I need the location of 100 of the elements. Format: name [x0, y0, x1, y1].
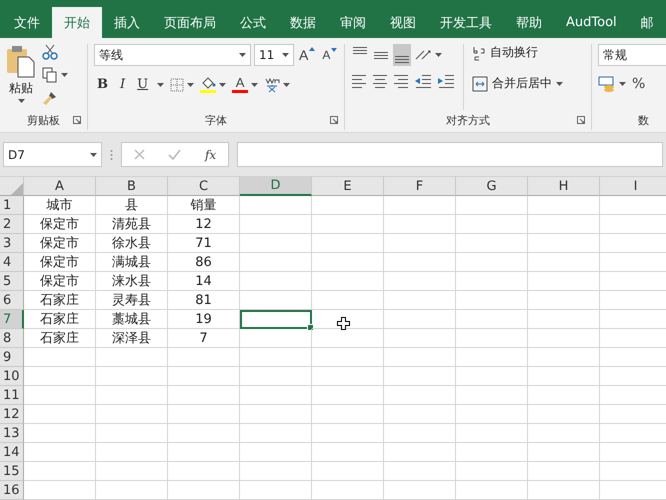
- row-header[interactable]: 4: [0, 253, 24, 272]
- font-color-button[interactable]: A: [232, 76, 248, 93]
- table-cell: 销量: [168, 196, 240, 215]
- insert-function-button[interactable]: fx: [204, 148, 216, 162]
- ribbon-tab[interactable]: 开发工具: [428, 7, 504, 38]
- scissors-icon[interactable]: [42, 44, 58, 60]
- grid-cell: [456, 386, 528, 405]
- table-cell: 14: [168, 272, 240, 291]
- row-header[interactable]: 14: [0, 443, 24, 462]
- grid-cell: [96, 424, 168, 443]
- row-header[interactable]: 7: [0, 310, 24, 329]
- fill-handle[interactable]: [307, 324, 314, 331]
- formula-field[interactable]: [237, 142, 663, 167]
- ribbon-tab[interactable]: 页面布局: [152, 7, 228, 38]
- ribbon-tab[interactable]: AudTool: [554, 7, 629, 38]
- column-header[interactable]: I: [600, 177, 666, 196]
- dialog-launcher-icon[interactable]: [577, 116, 585, 124]
- table-cell: 城市: [24, 196, 96, 215]
- dialog-launcher-icon[interactable]: [330, 116, 338, 124]
- table-cell: 保定市: [24, 272, 96, 291]
- number-format-dropdown[interactable]: 常规: [598, 44, 666, 66]
- row-header[interactable]: 15: [0, 462, 24, 481]
- grid-cell: [384, 215, 456, 234]
- grid-cell: [312, 253, 384, 272]
- paste-label[interactable]: 粘贴: [9, 80, 33, 97]
- row-header[interactable]: 5: [0, 272, 24, 291]
- font-style-button[interactable]: U: [134, 77, 152, 92]
- column-header[interactable]: F: [384, 177, 456, 196]
- ribbon-tab[interactable]: 审阅: [328, 7, 378, 38]
- row-header[interactable]: 9: [0, 348, 24, 367]
- column-header[interactable]: B: [96, 177, 168, 196]
- grid-cell: [168, 348, 240, 367]
- column-header[interactable]: C: [168, 177, 240, 196]
- ribbon-tab[interactable]: 邮: [628, 7, 666, 38]
- grid-cell: [312, 481, 384, 500]
- grid-cell: [240, 405, 312, 424]
- grid-cell: [456, 348, 528, 367]
- fill-color-icon[interactable]: [200, 76, 216, 93]
- ribbon-tab[interactable]: 帮助: [504, 7, 554, 38]
- grid-cell: [528, 386, 600, 405]
- caret-icon: [18, 99, 24, 103]
- ribbon-tab[interactable]: 公式: [228, 7, 278, 38]
- vertical-align-button[interactable]: [393, 44, 411, 66]
- font-style-button[interactable]: B: [94, 77, 111, 92]
- font-style-button[interactable]: I: [117, 77, 128, 92]
- grid-cell: [96, 443, 168, 462]
- table-cell: 涞水县: [96, 272, 168, 291]
- row-header[interactable]: 10: [0, 367, 24, 386]
- ribbon-tab[interactable]: 数据: [278, 7, 328, 38]
- merge-center-button[interactable]: 合并后居中: [472, 75, 563, 92]
- row-header[interactable]: 2: [0, 215, 24, 234]
- copy-icon[interactable]: [42, 67, 58, 83]
- column-header[interactable]: D: [240, 177, 312, 196]
- row-header[interactable]: 1: [0, 196, 24, 215]
- borders-icon[interactable]: [170, 78, 184, 92]
- font-size-dropdown[interactable]: 11: [254, 44, 294, 66]
- column-header[interactable]: E: [312, 177, 384, 196]
- increase-indent-icon[interactable]: [437, 74, 455, 88]
- grid-cell: [456, 424, 528, 443]
- dialog-launcher-icon[interactable]: [73, 116, 81, 124]
- row-header[interactable]: 6: [0, 291, 24, 310]
- align-center-icon[interactable]: [372, 74, 388, 88]
- row-header[interactable]: 8: [0, 329, 24, 348]
- decrease-font-button[interactable]: A: [320, 48, 340, 62]
- font-name-dropdown[interactable]: 等线: [94, 44, 251, 66]
- row-header[interactable]: 13: [0, 424, 24, 443]
- drag-handle-icon[interactable]: [110, 148, 113, 160]
- ribbon-tab[interactable]: 开始: [52, 7, 102, 38]
- column-header[interactable]: G: [456, 177, 528, 196]
- format-painter-icon[interactable]: [42, 90, 58, 106]
- paste-icon[interactable]: [6, 44, 36, 78]
- wrap-text-icon: [472, 44, 486, 60]
- align-left-icon[interactable]: [351, 74, 367, 88]
- ribbon-tab[interactable]: 插入: [102, 7, 152, 38]
- grid-cell: [384, 386, 456, 405]
- ribbon-tab[interactable]: 视图: [378, 7, 428, 38]
- row-header[interactable]: 3: [0, 234, 24, 253]
- column-header[interactable]: A: [24, 177, 96, 196]
- row-header[interactable]: 12: [0, 405, 24, 424]
- grid-cell: [96, 348, 168, 367]
- ribbon-tab[interactable]: 文件: [2, 7, 52, 38]
- check-icon[interactable]: [168, 149, 182, 160]
- caret-icon: [282, 53, 289, 57]
- percent-style-button[interactable]: %: [632, 76, 646, 92]
- caret-icon: [187, 82, 194, 86]
- row-header[interactable]: 11: [0, 386, 24, 405]
- grid-cell: [24, 481, 96, 500]
- name-box[interactable]: D7: [3, 142, 102, 167]
- row-header[interactable]: 16: [0, 481, 24, 500]
- currency-icon[interactable]: [598, 76, 616, 92]
- grid-cell: [240, 291, 312, 310]
- wrap-text-button[interactable]: 自动换行: [472, 44, 538, 61]
- grid-cell: [456, 462, 528, 481]
- caret-icon: [239, 53, 246, 57]
- phonetic-guide-icon[interactable]: [264, 76, 280, 93]
- decrease-indent-icon[interactable]: [414, 74, 432, 88]
- table-cell: 保定市: [24, 253, 96, 272]
- increase-font-button[interactable]: A: [297, 47, 318, 63]
- align-right-icon[interactable]: [393, 74, 409, 88]
- column-header[interactable]: H: [528, 177, 600, 196]
